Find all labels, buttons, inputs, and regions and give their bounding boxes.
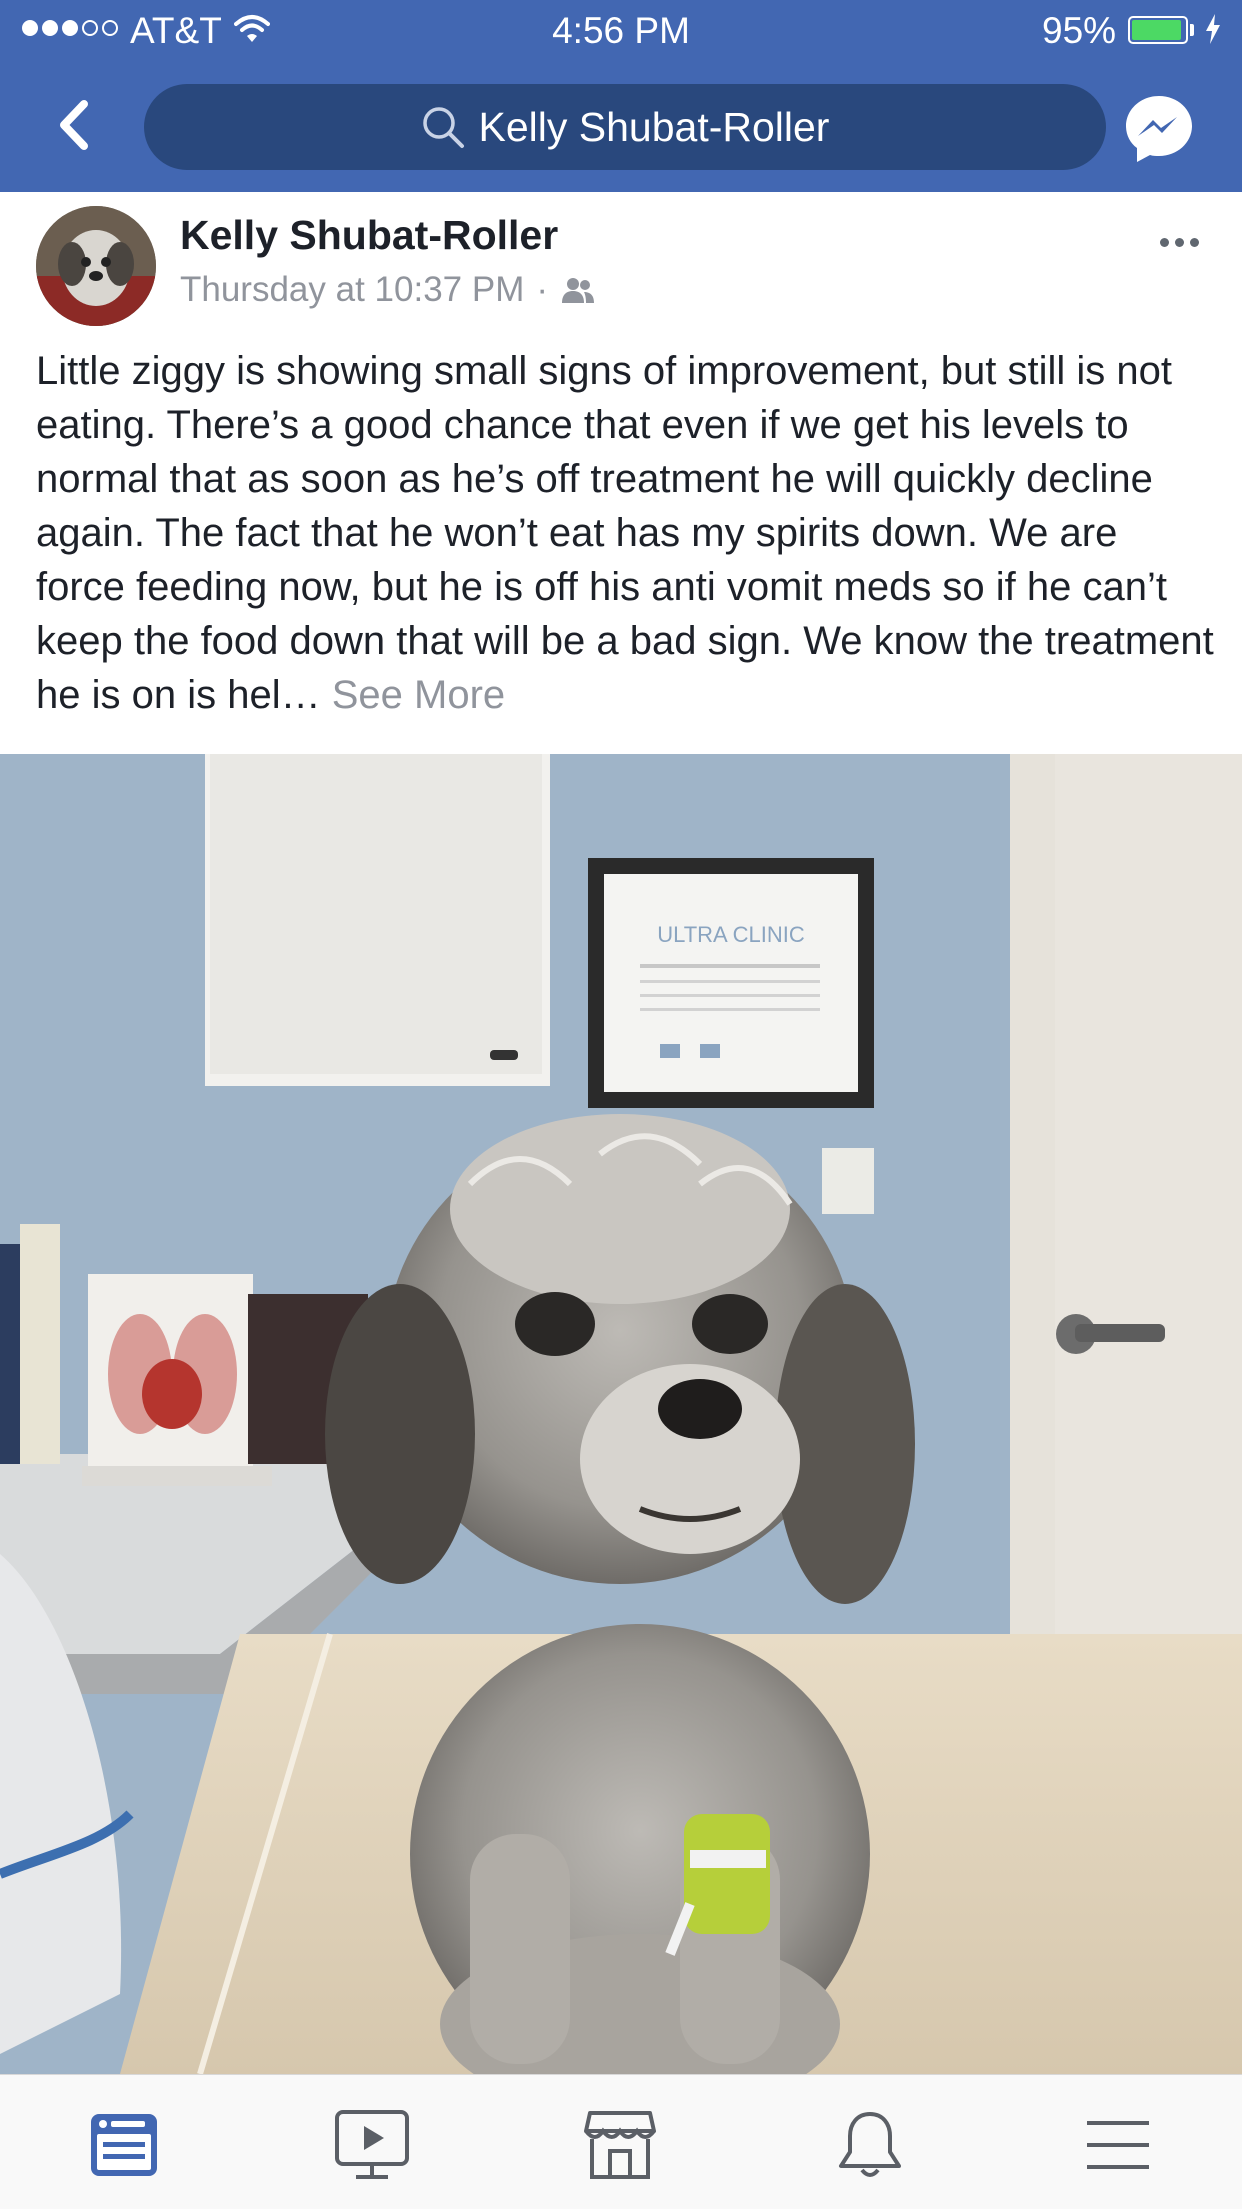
back-arrow-icon[interactable] bbox=[54, 100, 94, 150]
battery-icon bbox=[1128, 16, 1188, 44]
post-timestamp[interactable]: Thursday at 10:37 PM bbox=[180, 270, 524, 310]
certificate-sign: ULTRA CLINIC bbox=[657, 922, 805, 947]
status-bar: AT&T 4:56 PM 95% bbox=[0, 0, 1242, 64]
tab-notifications[interactable] bbox=[830, 2105, 910, 2185]
watch-icon bbox=[335, 2110, 409, 2179]
marketplace-icon bbox=[584, 2111, 656, 2179]
search-query: Kelly Shubat-Roller bbox=[478, 103, 830, 150]
battery-percentage: 95% bbox=[1042, 10, 1117, 51]
tab-news-feed[interactable] bbox=[84, 2105, 164, 2185]
search-bar[interactable]: Kelly Shubat-Roller bbox=[144, 84, 1106, 170]
post-body: Little ziggy is showing small signs of i… bbox=[36, 344, 1216, 722]
notifications-icon bbox=[839, 2112, 901, 2177]
see-more-link[interactable]: See More bbox=[332, 673, 505, 717]
news-feed-icon bbox=[91, 2114, 157, 2176]
post-meta: Thursday at 10:37 PM · bbox=[180, 270, 596, 310]
menu-icon bbox=[1087, 2121, 1149, 2169]
author-avatar[interactable] bbox=[36, 206, 156, 326]
friends-icon[interactable] bbox=[560, 276, 596, 304]
post-photo[interactable]: ULTRA CLINIC bbox=[0, 754, 1242, 2074]
top-bar: AT&T 4:56 PM 95% Kelly Shubat-Roller bbox=[0, 0, 1242, 192]
tab-watch[interactable] bbox=[332, 2105, 412, 2185]
battery-tip bbox=[1190, 24, 1194, 36]
messenger-icon[interactable] bbox=[1122, 92, 1196, 166]
post-author-name[interactable]: Kelly Shubat-Roller bbox=[180, 212, 558, 259]
post-text: Little ziggy is showing small signs of i… bbox=[36, 349, 1214, 717]
bottom-tab-bar bbox=[0, 2074, 1242, 2209]
meta-separator: · bbox=[536, 270, 548, 309]
charging-bolt-icon bbox=[1206, 14, 1220, 44]
tab-menu[interactable] bbox=[1078, 2105, 1158, 2185]
tab-marketplace[interactable] bbox=[580, 2105, 660, 2185]
search-icon bbox=[422, 107, 464, 148]
post-options-icon[interactable] bbox=[1160, 238, 1199, 247]
